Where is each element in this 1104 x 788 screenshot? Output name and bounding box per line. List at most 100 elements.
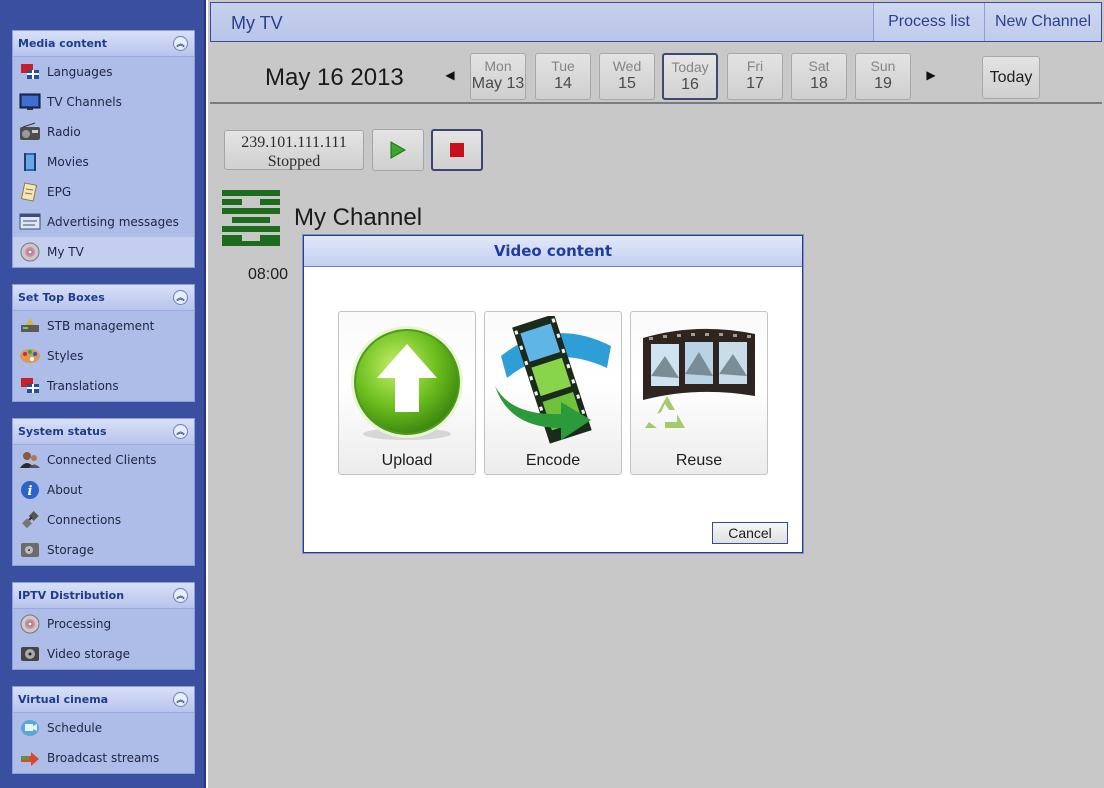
sidebar-item-storage[interactable]: Storage — [13, 535, 194, 565]
panel-header[interactable]: Set Top Boxes ︽ — [13, 285, 194, 311]
panel-virtual-cinema: Virtual cinema ︽ Schedule Broadcast stre… — [12, 686, 195, 774]
sidebar-item-label: Languages — [47, 65, 113, 79]
users-icon — [20, 452, 40, 468]
sidebar-item-label: About — [47, 483, 83, 497]
movie-icon — [24, 153, 36, 171]
day-number: 17 — [746, 75, 764, 92]
video-storage-icon — [21, 647, 39, 661]
sidebar-item-label: Schedule — [47, 721, 103, 735]
day-number: 16 — [681, 76, 699, 93]
sidebar-item-advertising-messages[interactable]: Advertising messages — [13, 207, 194, 237]
reuse-option-button[interactable]: Reuse — [630, 311, 768, 475]
encode-option-button[interactable]: Encode — [484, 311, 622, 475]
dialog-header: Video content — [304, 236, 802, 267]
play-icon — [390, 141, 407, 159]
sidebar-item-about[interactable]: i About — [13, 475, 194, 505]
sidebar-item-connections[interactable]: Connections — [13, 505, 194, 535]
sidebar-item-connected-clients[interactable]: Connected Clients — [13, 445, 194, 475]
day-button-sat[interactable]: Sat 18 — [791, 53, 847, 100]
sidebar-item-languages[interactable]: Languages — [13, 57, 194, 87]
play-button[interactable] — [372, 129, 424, 171]
day-name: Wed — [612, 58, 642, 74]
stop-button[interactable] — [431, 129, 483, 171]
sidebar-item-epg[interactable]: EPG — [13, 177, 194, 207]
disc-icon — [20, 242, 40, 262]
sidebar-item-my-tv[interactable]: My TV — [13, 237, 194, 267]
sidebar-item-label: TV Channels — [47, 95, 122, 109]
day-button-fri[interactable]: Fri 17 — [727, 53, 783, 100]
next-week-arrow-icon[interactable]: ▶ — [924, 68, 938, 84]
sidebar-item-broadcast-streams[interactable]: Broadcast streams — [13, 743, 194, 773]
stop-icon — [450, 143, 464, 157]
sidebar-item-label: Connected Clients — [47, 453, 157, 467]
sidebar-item-video-storage[interactable]: Video storage — [13, 639, 194, 669]
collapse-icon[interactable]: ︽ — [173, 692, 188, 707]
sidebar-item-label: STB management — [47, 319, 155, 333]
palette-icon — [20, 349, 40, 363]
panel-title: IPTV Distribution — [18, 589, 125, 602]
day-number: 18 — [810, 75, 828, 92]
sidebar-item-styles[interactable]: Styles — [13, 341, 194, 371]
collapse-icon[interactable]: ︽ — [173, 36, 188, 51]
collapse-icon[interactable]: ︽ — [173, 424, 188, 439]
sidebar-item-stb-management[interactable]: STB management — [13, 311, 194, 341]
panel-header[interactable]: Virtual cinema ︽ — [13, 687, 194, 713]
flags-icon — [21, 378, 39, 393]
sidebar-item-tv-channels[interactable]: TV Channels — [13, 87, 194, 117]
process-list-label: Process list — [888, 13, 970, 30]
day-button-mon[interactable]: Mon May 13 — [470, 53, 526, 100]
collapse-icon[interactable]: ︽ — [173, 290, 188, 305]
current-date: May 16 2013 — [265, 64, 404, 91]
day-button-tue[interactable]: Tue 14 — [535, 53, 591, 100]
channel-name: My Channel — [294, 204, 423, 231]
sidebar-item-label: Translations — [47, 379, 119, 393]
collapse-icon[interactable]: ︽ — [173, 588, 188, 603]
sidebar-item-label: Styles — [47, 349, 84, 363]
epg-icon — [20, 182, 38, 202]
date-navigation: May 16 2013 ◀ Mon May 13 Tue 14 Wed 15 T… — [210, 44, 1102, 104]
process-list-button[interactable]: Process list — [873, 3, 984, 41]
day-button-today[interactable]: Today 16 — [662, 53, 718, 100]
sidebar-item-radio[interactable]: Radio — [13, 117, 194, 147]
cancel-label: Cancel — [728, 525, 772, 541]
cancel-button[interactable]: Cancel — [712, 522, 788, 544]
hard-drive-icon — [21, 543, 39, 557]
new-channel-button[interactable]: New Channel — [984, 3, 1101, 41]
upload-option-button[interactable]: Upload — [338, 311, 476, 475]
day-name: Sat — [808, 58, 830, 74]
info-icon: i — [21, 481, 39, 499]
dialog-title: Video content — [494, 242, 612, 260]
plug-icon — [22, 511, 39, 529]
sidebar-item-label: Connections — [47, 513, 122, 527]
day-number: 15 — [618, 75, 636, 92]
today-button[interactable]: Today — [982, 56, 1040, 99]
panel-set-top-boxes: Set Top Boxes ︽ STB management Styles Tr… — [12, 284, 195, 402]
sidebar: Media content ︽ Languages TV Channels Ra… — [0, 0, 206, 788]
stream-status-box: 239.101.111.111 Stopped — [224, 130, 364, 170]
day-button-wed[interactable]: Wed 15 — [599, 53, 655, 100]
panel-media-content: Media content ︽ Languages TV Channels Ra… — [12, 30, 195, 268]
sidebar-item-label: Movies — [47, 155, 89, 169]
sidebar-item-translations[interactable]: Translations — [13, 371, 194, 401]
sidebar-item-label: Processing — [47, 617, 112, 631]
prev-week-arrow-icon[interactable]: ◀ — [443, 68, 457, 84]
flags-icon — [21, 64, 39, 79]
sidebar-item-schedule[interactable]: Schedule — [13, 713, 194, 743]
day-number: May 13 — [471, 75, 525, 92]
message-icon — [19, 213, 41, 230]
video-content-dialog: Video content Upload Encode Reuse Cancel — [303, 235, 803, 553]
panel-header[interactable]: System status ︽ — [13, 419, 194, 445]
day-button-sun[interactable]: Sun 19 — [855, 53, 911, 100]
reuse-icon — [643, 328, 755, 428]
encode-icon — [495, 316, 611, 444]
day-name: Sun — [870, 58, 896, 74]
sidebar-item-processing[interactable]: Processing — [13, 609, 194, 639]
stb-icon — [21, 318, 39, 332]
panel-system-status: System status ︽ Connected Clients i Abou… — [12, 418, 195, 566]
sidebar-item-movies[interactable]: Movies — [13, 147, 194, 177]
panel-header[interactable]: IPTV Distribution ︽ — [13, 583, 194, 609]
encode-label: Encode — [525, 452, 581, 469]
sidebar-item-label: Broadcast streams — [47, 751, 160, 765]
day-name: Today — [671, 59, 709, 75]
panel-header[interactable]: Media content ︽ — [13, 31, 194, 57]
